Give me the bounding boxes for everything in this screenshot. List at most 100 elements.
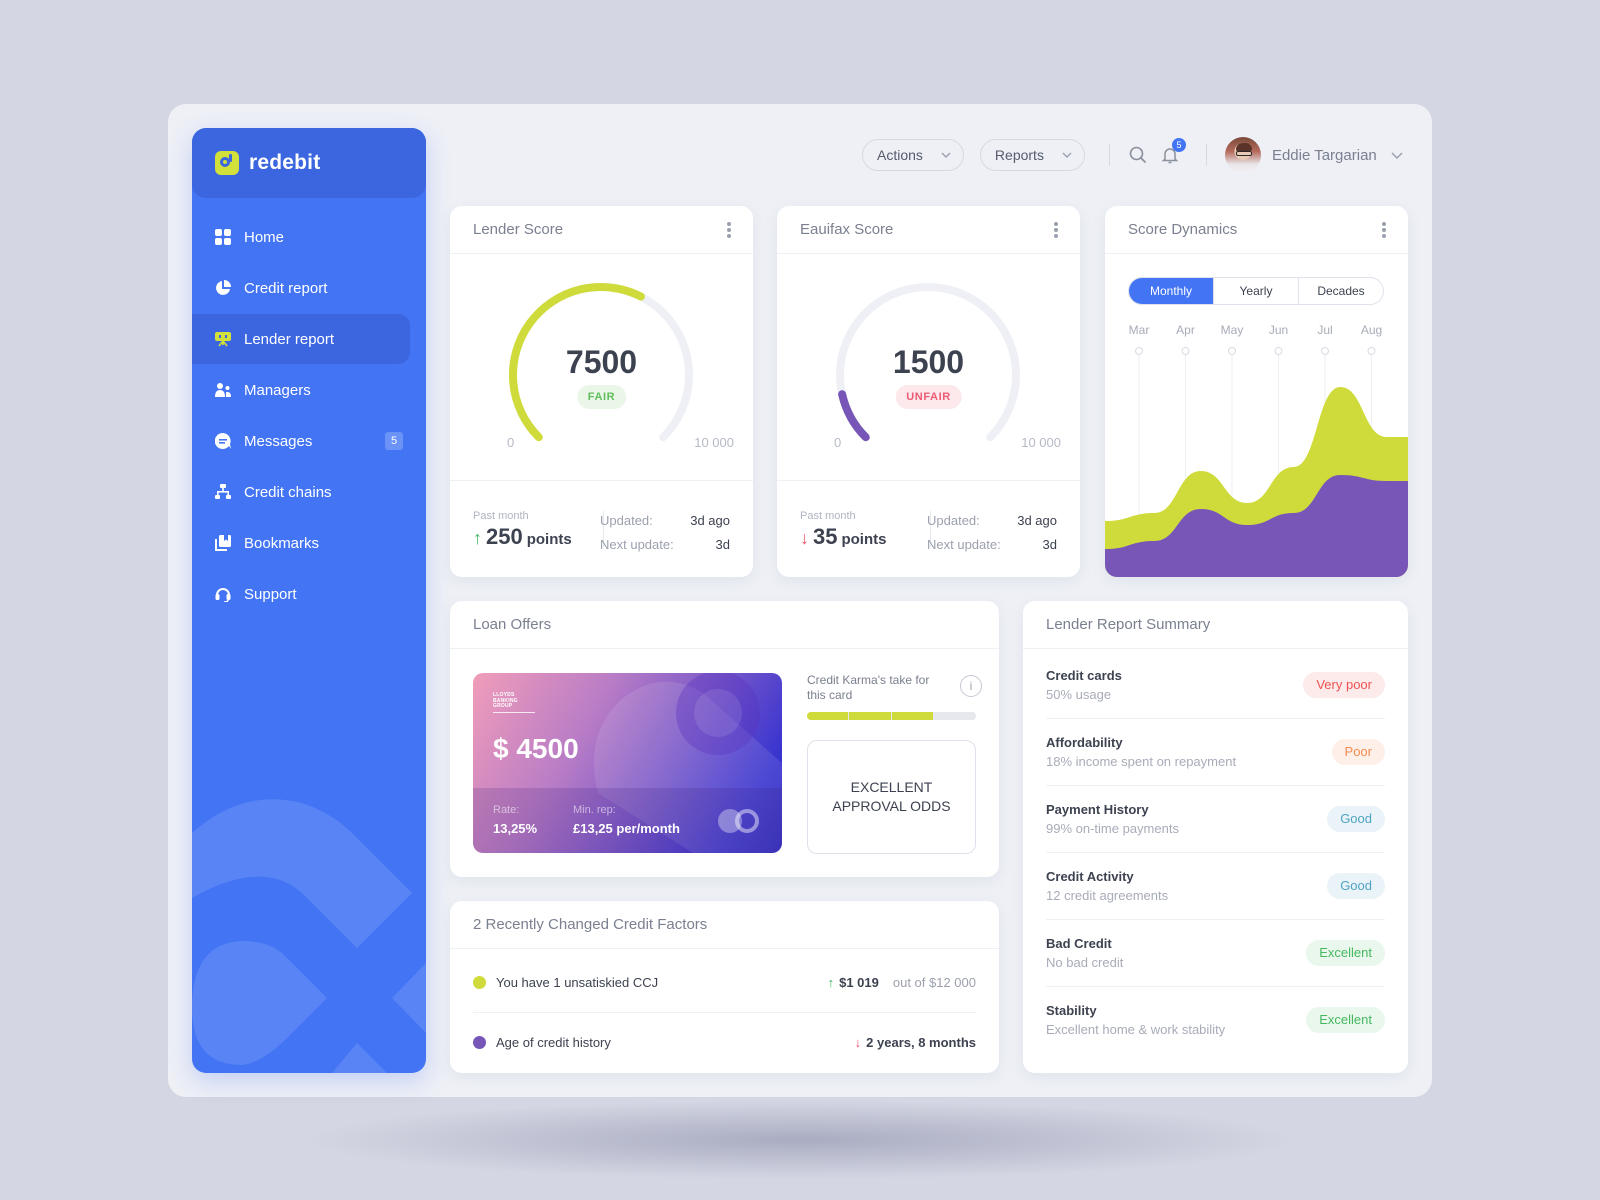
sidebar-item-label: Home <box>244 228 285 246</box>
score-gauge: 7500 FAIR 0 10 000 <box>450 254 753 480</box>
arrow-up-icon: ↑ <box>827 974 835 990</box>
summary-title: Credit cards <box>1046 667 1122 683</box>
approval-odds-box[interactable]: EXCELLENT APPROVAL ODDS <box>807 740 976 854</box>
arrow-up-icon: ↑ <box>473 528 482 548</box>
summary-title: Credit Activity <box>1046 868 1134 884</box>
updated-label: Updated: <box>600 513 653 528</box>
notifications-button[interactable]: 5 <box>1160 138 1186 165</box>
sidebar-item-messages[interactable]: Messages 5 <box>192 416 426 466</box>
rating-badge: FAIR <box>576 385 627 409</box>
gauge-min-label: 0 <box>834 435 842 450</box>
month-marker <box>1228 347 1236 355</box>
avatar[interactable] <box>1224 137 1261 173</box>
past-month-label: Past month <box>473 510 529 522</box>
summary-row[interactable]: Affordability 18% income spent on repayme… <box>1046 718 1385 786</box>
arrow-down-icon: ↓ <box>800 528 809 548</box>
credit-factors-card: 2 Recently Changed Credit Factors You ha… <box>450 901 999 1073</box>
gauge-min-label: 0 <box>507 435 515 450</box>
summary-title: Payment History <box>1046 801 1149 817</box>
user-name[interactable]: Eddie Targarian <box>1272 147 1377 164</box>
sidebar-item-label: Messages <box>244 432 313 450</box>
sidebar-item-bookmarks[interactable]: Bookmarks <box>192 518 426 568</box>
summary-title: Affordability <box>1046 734 1123 750</box>
user-menu-chevron-icon[interactable] <box>1391 150 1403 160</box>
loan-offer-card[interactable]: LLOYDS BANKING GROUP $ 4500 Rate: 13,25%… <box>473 673 782 853</box>
actions-dropdown[interactable]: Actions <box>862 139 964 171</box>
sidebar-item-credit-report[interactable]: Credit report <box>192 263 426 313</box>
equifax-score-card: Eauifax Score 1500 UNFAIR 0 10 000 Past … <box>777 206 1080 577</box>
lender-score-card: Lender Score 7500 FAIR 0 10 000 Past mon… <box>450 206 753 577</box>
score-footer: Past month ↑ 250 points Updated: 3d ago N… <box>450 480 753 575</box>
sidebar-item-label: Bookmarks <box>244 534 320 552</box>
factor-value: ↑ $1 019 <box>827 974 879 990</box>
loan-rate: Rate: 13,25% <box>493 804 537 836</box>
reports-dropdown[interactable]: Reports <box>979 139 1085 171</box>
brand[interactable]: redebit <box>192 128 426 198</box>
status-badge: Good <box>1327 872 1385 899</box>
score-dynamics-card: Score Dynamics Monthly Yearly Decades Ma… <box>1105 206 1408 577</box>
month-marker <box>1181 347 1190 355</box>
summary-text: Credit Activity 12 credit agreements <box>1046 869 1327 903</box>
karma-label: Credit Karma's take for this card <box>807 673 930 702</box>
summary-row[interactable]: Credit cards 50% usage Very poor <box>1046 651 1385 719</box>
more-options-icon[interactable] <box>1054 222 1058 238</box>
topbar: Actions Reports 5 Eddie Targarian <box>862 137 1403 173</box>
summary-title: Stability <box>1046 1003 1097 1018</box>
brand-name: redebit <box>249 151 321 174</box>
summary-row[interactable]: Bad Credit No bad credit Excellent <box>1046 919 1385 987</box>
sidebar-item-lender-report[interactable]: Lender report <box>192 314 410 364</box>
factor-row[interactable]: You have 1 unsatiskied CCJ ↑ $1 019 out … <box>473 952 976 1012</box>
reports-label: Reports <box>994 147 1044 163</box>
month-marker <box>1367 347 1376 355</box>
summary-subtitle: Excellent home & work stability <box>1046 1022 1226 1037</box>
lender-report-summary-card: Lender Report Summary Credit cards 50% us… <box>1023 601 1408 1073</box>
score-footer: Past month ↓ 35 points Updated: 3d ago Ne… <box>777 480 1080 575</box>
brand-logo-icon <box>215 151 239 175</box>
sidebar-item-credit-chains[interactable]: Credit chains <box>192 467 426 517</box>
rate-label: Rate: <box>493 804 520 816</box>
chevron-down-icon <box>1062 152 1072 158</box>
score-gauge: 1500 UNFAIR 0 10 000 <box>777 254 1080 480</box>
gauge-max-label: 10 000 <box>1021 435 1061 450</box>
summary-subtitle: 50% usage <box>1046 686 1112 702</box>
past-month-label: Past month <box>800 510 856 522</box>
month-marker <box>1321 347 1329 355</box>
factor-row[interactable]: Age of credit history ↓ 2 years, 8 month… <box>473 1012 976 1072</box>
pie-chart-icon <box>215 280 231 296</box>
summary-row[interactable]: Credit Activity 12 credit agreements Good <box>1046 852 1385 920</box>
card-title: Lender Report Summary <box>1046 616 1211 633</box>
gauge-max-label: 10 000 <box>694 435 734 450</box>
loan-amount: $ 4500 <box>493 733 579 764</box>
card-header: 2 Recently Changed Credit Factors <box>450 901 999 949</box>
sidebar-item-home[interactable]: Home <box>192 212 426 262</box>
gauge-fill <box>838 390 870 442</box>
updated-label: Updated: <box>927 513 980 528</box>
change-value: 250 <box>486 524 523 549</box>
min-rep-label: Min. rep: <box>573 804 616 816</box>
users-icon <box>215 382 231 398</box>
arrow-down-icon: ↓ <box>854 1035 862 1050</box>
month-marker <box>1274 347 1283 355</box>
rate-value: 13,25% <box>493 821 538 836</box>
frame-shadow <box>300 1100 1300 1180</box>
card-header: Eauifax Score <box>777 206 1080 254</box>
sidebar-item-support[interactable]: Support <box>192 569 426 619</box>
status-badge: Excellent <box>1306 1007 1385 1033</box>
divider <box>1108 144 1110 166</box>
summary-subtitle: 18% income spent on repayment <box>1046 753 1237 769</box>
summary-row[interactable]: Payment History 99% on-time payments Good <box>1046 785 1385 853</box>
score-change: ↑ 250 points <box>473 524 572 550</box>
change-value: 35 <box>813 524 838 549</box>
card-header: Lender Score <box>450 206 753 254</box>
search-button[interactable] <box>1128 145 1148 165</box>
factor-extra: out of $12 000 <box>892 974 976 990</box>
sidebar-item-managers[interactable]: Managers <box>192 365 426 415</box>
month-marker <box>1135 347 1143 355</box>
summary-row[interactable]: Stability Excellent home & work stability… <box>1046 986 1385 1054</box>
more-options-icon[interactable] <box>727 222 731 238</box>
status-badge: Very poor <box>1303 671 1385 698</box>
summary-text: Bad Credit No bad credit <box>1046 936 1306 970</box>
karma-segment <box>807 712 849 720</box>
presentation-icon <box>215 331 231 347</box>
info-icon[interactable]: i <box>960 675 982 697</box>
